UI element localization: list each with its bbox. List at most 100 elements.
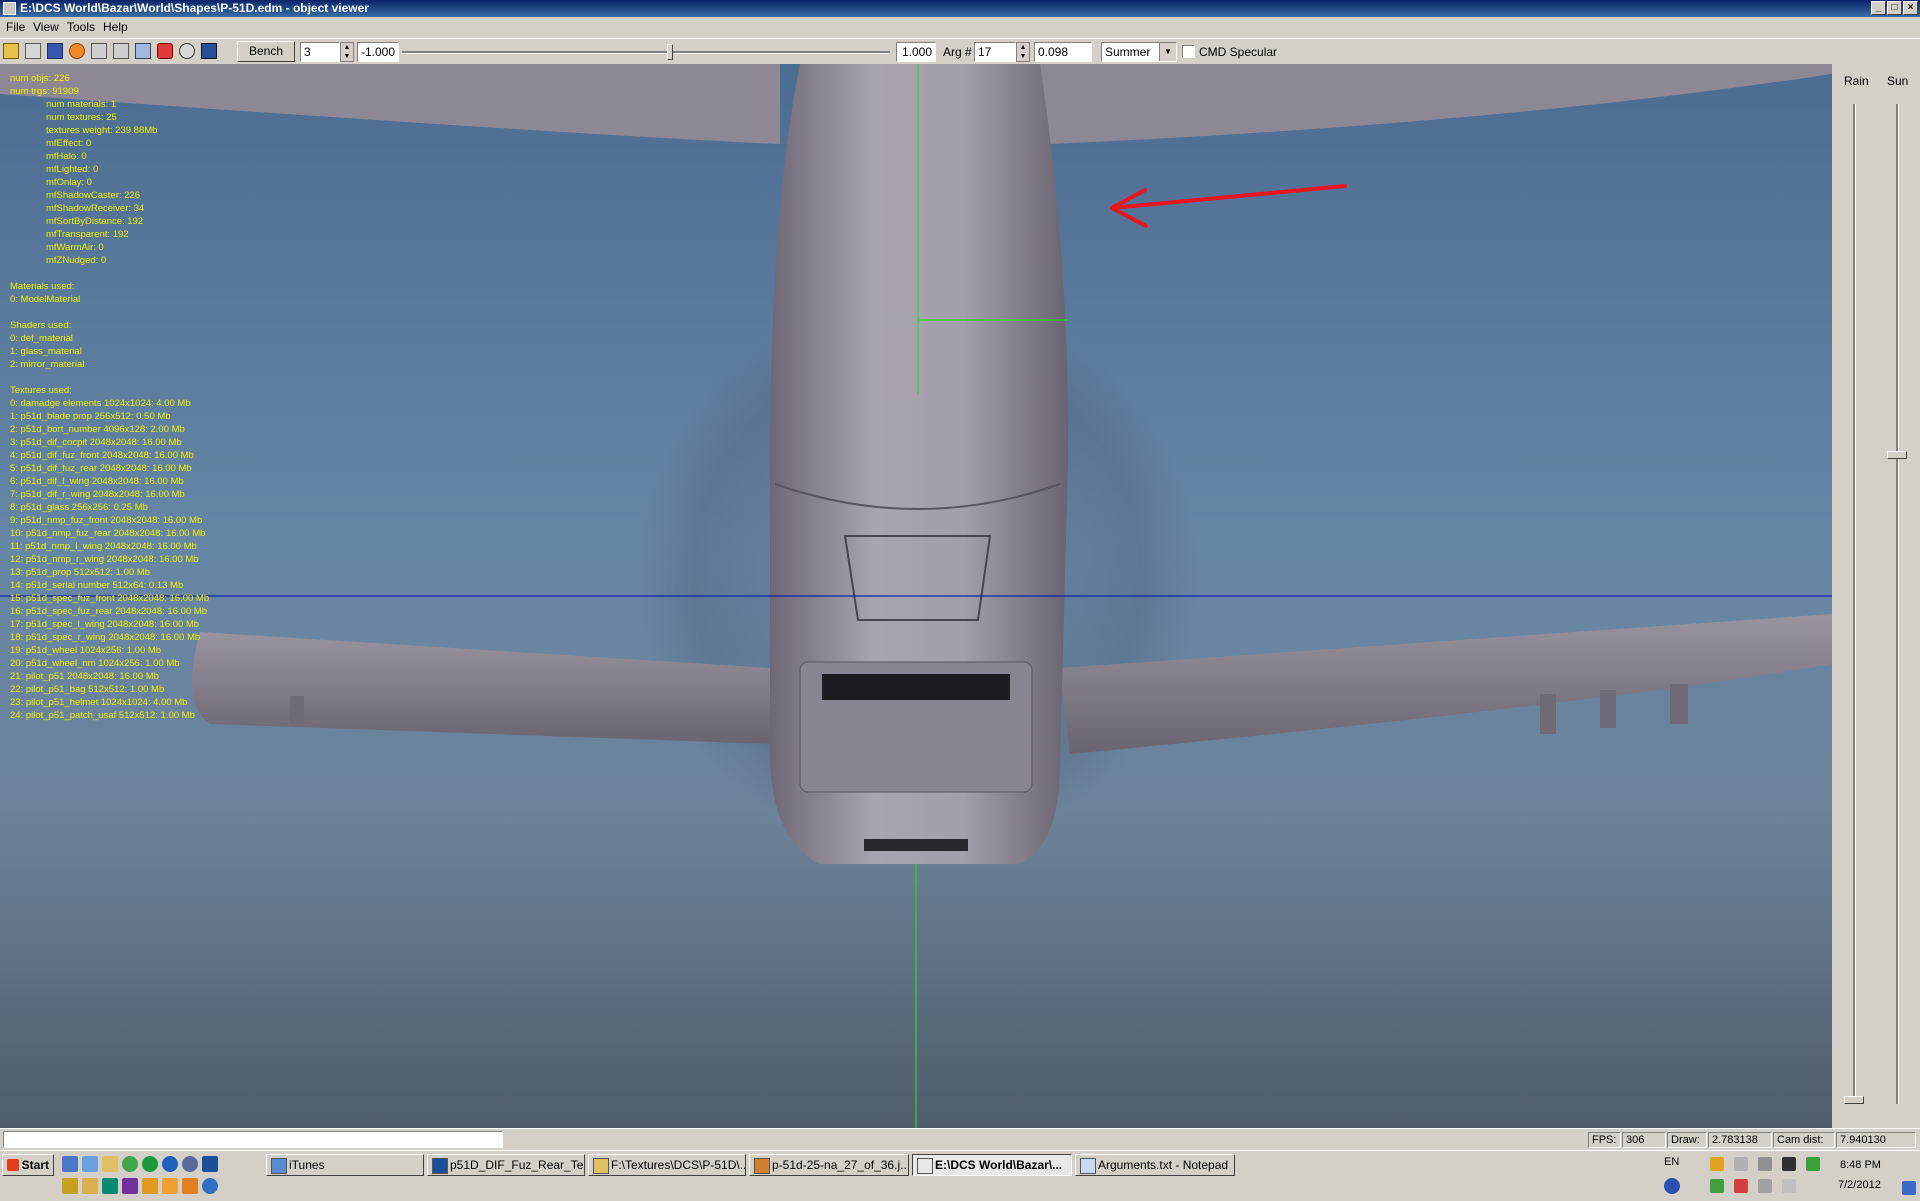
help-icon[interactable] — [1664, 1178, 1680, 1194]
right-pylon-2 — [1600, 690, 1616, 728]
clock-date[interactable]: 7/2/2012 — [1838, 1179, 1881, 1191]
rain-slider-thumb[interactable] — [1844, 1096, 1864, 1104]
stats-line: 2: mirror_material — [10, 359, 85, 370]
utorrent-icon[interactable] — [142, 1156, 158, 1172]
notification-icon[interactable] — [1902, 1181, 1916, 1195]
sun-slider[interactable] — [1887, 104, 1907, 1104]
taskbar-task-button[interactable]: E:\DCS World\Bazar\... — [912, 1154, 1072, 1176]
media-player-icon[interactable] — [142, 1178, 158, 1194]
stats-spacer — [10, 371, 209, 384]
monitor-tray-icon[interactable] — [1782, 1157, 1796, 1171]
arg-number-spinner[interactable]: ▲ ▼ — [1016, 42, 1030, 62]
close-button[interactable]: × — [1903, 1, 1918, 15]
chevron-down-icon[interactable]: ▼ — [1159, 43, 1176, 61]
arg-number-field[interactable]: 17 — [974, 42, 1016, 62]
nvidia-tray-icon[interactable] — [1710, 1179, 1724, 1193]
open-icon[interactable] — [3, 43, 19, 59]
draw-label: Draw: — [1667, 1132, 1707, 1148]
animate-icon[interactable] — [69, 43, 85, 59]
bench-count-field[interactable]: 3 — [300, 42, 340, 62]
menu-view[interactable]: View — [33, 20, 59, 34]
menu-file[interactable]: File — [6, 20, 25, 34]
stats-line: Textures used: — [10, 385, 72, 396]
stats-line: mfOnlay: 0 — [46, 177, 92, 188]
cmd-specular-checkbox[interactable] — [1182, 45, 1195, 58]
window-title-bar[interactable]: E:\DCS World\Bazar\World\Shapes\P-51D.ed… — [0, 0, 1920, 17]
find-icon[interactable] — [179, 43, 195, 59]
redo-icon[interactable] — [113, 43, 129, 59]
camdist-value: 7.940130 — [1836, 1132, 1916, 1148]
command-input[interactable] — [3, 1131, 503, 1148]
taskbar-task-button[interactable]: F:\Textures\DCS\P-51D\... — [588, 1154, 746, 1176]
onenote-icon[interactable] — [122, 1178, 138, 1194]
folder-icon — [593, 1158, 609, 1174]
slider-thumb[interactable] — [667, 44, 673, 60]
stats-line: 22: pilot_p51_bag 512x512: 1.00 Mb — [10, 684, 165, 695]
object-viewer-icon — [917, 1158, 933, 1174]
taskbar-task-button[interactable]: iTunes — [266, 1154, 424, 1176]
menu-tools[interactable]: Tools — [67, 20, 95, 34]
taskbar-task-label: F:\Textures\DCS\P-51D\... — [611, 1158, 746, 1172]
stats-spacer — [10, 306, 209, 319]
slider-min-field[interactable]: -1.000 — [357, 42, 399, 62]
taskbar-task-button[interactable]: p-51d-25-na_27_of_36.j... — [749, 1154, 909, 1176]
weather-panel: Rain Sun — [1832, 64, 1920, 1128]
status-tray-icon[interactable] — [1806, 1157, 1820, 1171]
language-indicator[interactable]: EN — [1664, 1156, 1679, 1168]
network-tray-icon[interactable] — [1758, 1157, 1772, 1171]
stats-line: 12: p51d_nmp_r_wing 2048x2048: 16.00 Mb — [10, 554, 199, 565]
options-icon[interactable] — [201, 43, 217, 59]
stats-line: mfLighted: 0 — [46, 164, 99, 175]
volume-tray-icon[interactable] — [1734, 1179, 1748, 1193]
show-desktop-icon[interactable] — [62, 1156, 78, 1172]
speaker-tray-icon[interactable] — [1782, 1179, 1796, 1193]
stats-line: mfShadowReceiver: 34 — [46, 203, 145, 214]
menu-help[interactable]: Help — [103, 20, 128, 34]
arg-result-field: 0.098 — [1034, 42, 1092, 62]
season-select[interactable]: Summer ▼ — [1101, 42, 1177, 62]
bench-count-spinner[interactable]: ▲ ▼ — [340, 42, 354, 62]
flag-tray-icon[interactable] — [1734, 1157, 1748, 1171]
stats-line: 0: damadge elements 1024x1024: 4.00 Mb — [10, 398, 191, 409]
bench-button[interactable]: Bench — [237, 41, 295, 62]
rain-slider[interactable] — [1844, 104, 1864, 1104]
photoshop-quick-icon[interactable] — [202, 1156, 218, 1172]
stats-line: mfSortByDistance: 192 — [46, 216, 144, 227]
sun-slider-thumb[interactable] — [1887, 451, 1907, 459]
steam-icon[interactable] — [182, 1156, 198, 1172]
explorer-icon[interactable] — [102, 1156, 118, 1172]
paint-icon[interactable] — [182, 1178, 198, 1194]
browser-icon[interactable] — [122, 1156, 138, 1172]
dreamweaver-icon[interactable] — [62, 1178, 78, 1194]
start-button[interactable]: Start — [2, 1154, 54, 1176]
export-icon[interactable] — [47, 43, 63, 59]
usb-tray-icon[interactable] — [1758, 1179, 1772, 1193]
taskbar-task-button[interactable]: p51D_DIF_Fuz_Rear_Te... — [427, 1154, 585, 1176]
figure-icon[interactable] — [157, 43, 173, 59]
clock-time[interactable]: 8:48 PM — [1840, 1159, 1881, 1171]
stats-line: 16: p51d_spec_fuz_rear 2048x2048: 16.00 … — [10, 606, 208, 617]
notepad-icon — [1080, 1158, 1096, 1174]
stats-line: 17: p51d_spec_l_wing 2048x2048: 16.00 Mb — [10, 619, 200, 630]
vlc-icon[interactable] — [162, 1178, 178, 1194]
undo-icon[interactable] — [91, 43, 107, 59]
start-label: Start — [21, 1158, 49, 1172]
rain-label: Rain — [1844, 74, 1869, 88]
save-icon[interactable] — [25, 43, 41, 59]
slider-value-field[interactable]: 1.000 — [896, 42, 936, 62]
link-icon[interactable] — [202, 1178, 218, 1194]
ie-icon[interactable] — [82, 1156, 98, 1172]
graph-icon[interactable] — [135, 43, 151, 59]
thunderbird-icon[interactable] — [162, 1156, 178, 1172]
taskbar-task-button[interactable]: Arguments.txt - Notepad — [1075, 1154, 1235, 1176]
argument-slider[interactable] — [402, 42, 890, 62]
3d-viewport[interactable]: num objs: 226 num trgs: 91909 num material… — [0, 64, 1832, 1128]
archive-icon[interactable] — [82, 1178, 98, 1194]
stats-line: 11: p51d_nmp_l_wing 2048x2048: 16.00 Mb — [10, 541, 197, 552]
calculator-icon[interactable] — [102, 1178, 118, 1194]
maximize-button[interactable]: □ — [1887, 1, 1902, 15]
tray-icon-1[interactable] — [1710, 1157, 1724, 1171]
stats-line: 0: ModelMaterial — [10, 294, 81, 305]
model-render — [0, 64, 1832, 1128]
minimize-button[interactable]: _ — [1871, 1, 1886, 15]
